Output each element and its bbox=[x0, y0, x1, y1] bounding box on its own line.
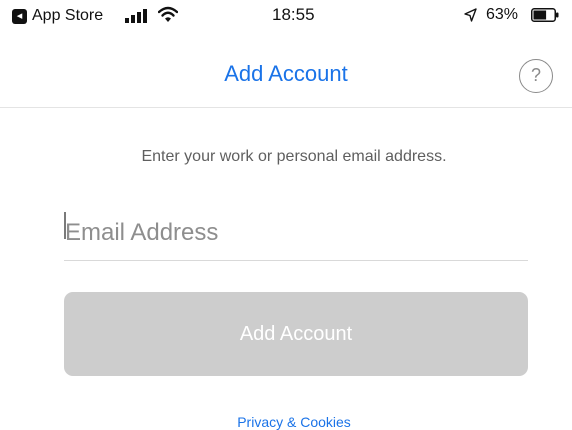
status-time: 18:55 bbox=[272, 5, 315, 24]
wifi-icon bbox=[158, 6, 178, 22]
text-cursor bbox=[64, 212, 66, 239]
back-app-label: App Store bbox=[32, 7, 104, 24]
email-field[interactable] bbox=[64, 205, 528, 261]
cellular-signal-icon bbox=[125, 9, 147, 23]
battery-percent: 63% bbox=[486, 6, 519, 23]
page-title: Add Account bbox=[224, 61, 348, 86]
back-arrow-icon: ◂ bbox=[12, 8, 27, 24]
location-arrow-icon bbox=[464, 8, 477, 22]
help-button[interactable]: ? bbox=[519, 59, 553, 93]
back-to-app-store[interactable]: ◂ App Store bbox=[12, 7, 103, 25]
instruction-text: Enter your work or personal email addres… bbox=[141, 148, 447, 165]
help-icon: ? bbox=[530, 65, 541, 85]
battery-icon bbox=[531, 8, 559, 22]
status-bar: ◂ App Store 18:55 63% bbox=[0, 0, 572, 44]
privacy-cookies-link[interactable]: Privacy & Cookies bbox=[0, 414, 572, 430]
nav-divider bbox=[0, 107, 572, 108]
add-account-button[interactable]: Add Account bbox=[64, 292, 528, 376]
